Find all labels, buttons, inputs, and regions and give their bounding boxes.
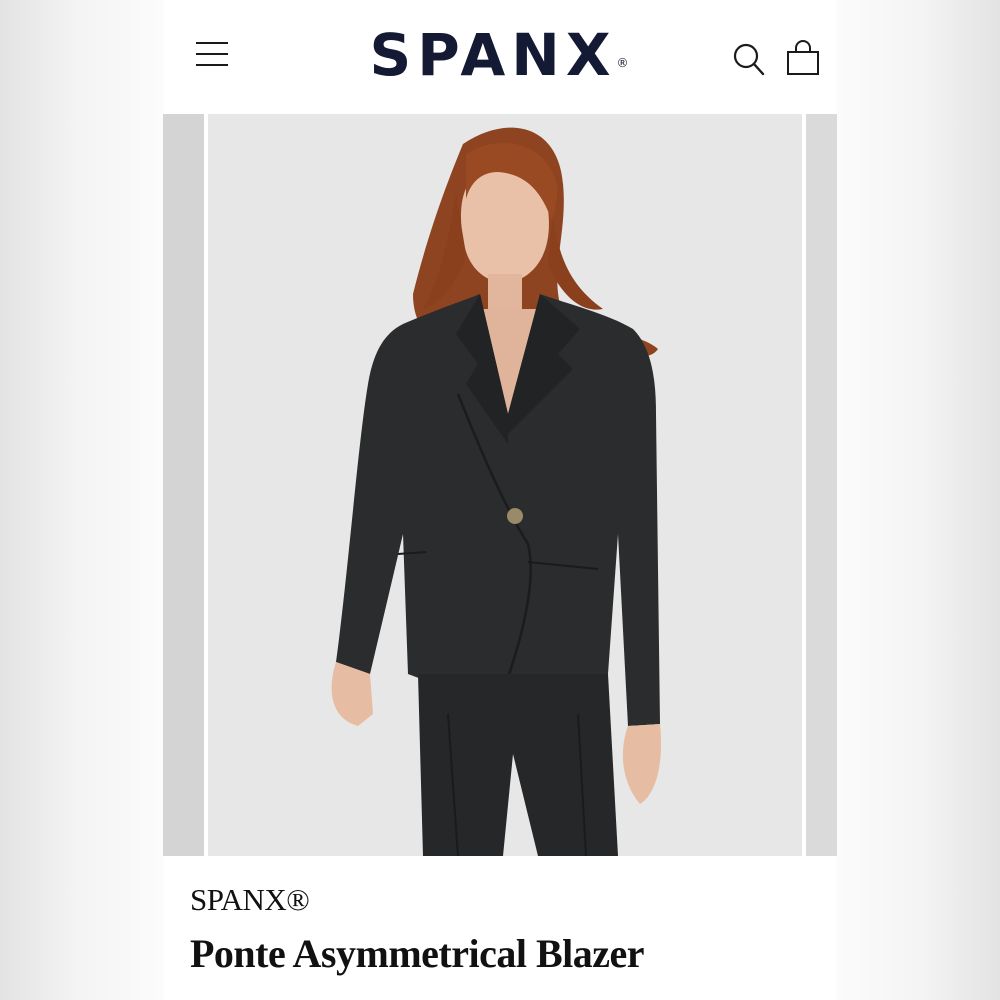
product-brand[interactable]: SPANX® (190, 882, 310, 918)
search-button[interactable] (731, 40, 767, 78)
logo-text: SPANX (369, 21, 617, 89)
hamburger-menu-icon-bar (196, 53, 228, 55)
product-title: Ponte Asymmetrical Blazer (190, 931, 645, 976)
hamburger-menu-icon (196, 42, 228, 44)
brand-logo[interactable]: SPANX® (339, 20, 659, 90)
product-photo (208, 114, 802, 856)
phone-screen: SPANX® SPANX® Ponte Asymmetrical Blazer (163, 0, 837, 1000)
product-info: SPANX® Ponte Asymmetrical Blazer (163, 856, 837, 1000)
product-image[interactable] (208, 114, 802, 856)
next-image-peek[interactable] (806, 114, 837, 856)
site-header: SPANX® (163, 0, 837, 114)
registered-mark: ® (616, 56, 629, 70)
search-icon (733, 43, 765, 76)
cart-button[interactable] (785, 40, 821, 78)
previous-image-peek[interactable] (163, 114, 204, 856)
product-image-carousel[interactable] (163, 114, 837, 856)
shopping-bag-icon (787, 40, 819, 75)
hamburger-menu-icon-bar (196, 64, 228, 66)
menu-button[interactable] (193, 38, 231, 72)
